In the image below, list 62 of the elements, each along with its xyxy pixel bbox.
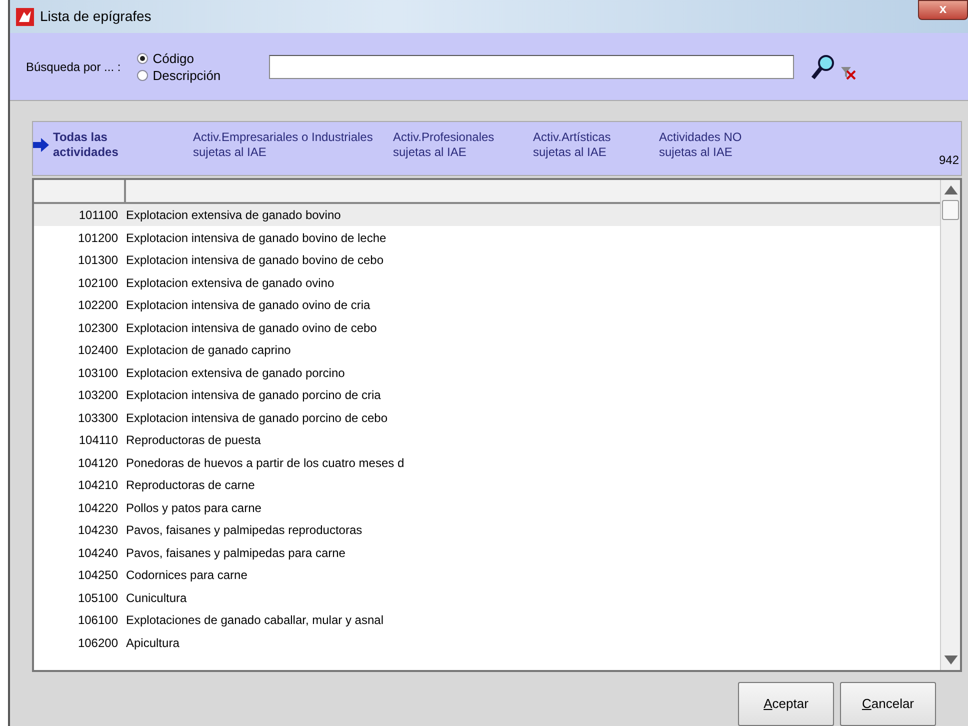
description-cell-text: Reproductoras de carne <box>126 477 255 494</box>
description-cell-text: Explotacion intensiva de ganado bovino de leche <box>126 230 386 247</box>
radio-button[interactable] <box>136 52 148 64</box>
description-cell-text: Pavos, faisanes y palmipedas para carne <box>126 544 346 562</box>
description-cell-text: Ponedoras de huevos a partir de los cuatro meses d <box>126 454 404 472</box>
radio-button[interactable] <box>136 70 148 81</box>
code-cell-text: 104250 <box>76 567 119 584</box>
code-cell-text: 101100 <box>78 207 119 224</box>
code-cell-text: 101300 <box>76 252 119 270</box>
code-cell-text: 103100 <box>76 364 119 382</box>
code-cell-text: 104110 <box>78 432 119 450</box>
description-cell-text: Explotacion intensiva de ganado ovino de cria <box>126 297 370 314</box>
description-cell-text: Explotacion extensiva de ganado ovino <box>126 274 334 292</box>
description-cell-text: Pollos y patos para carne <box>126 500 262 517</box>
code-cell-text: 101200 <box>76 230 119 247</box>
description-cell-text: Pavos, faisanes y palmipedas reproductoras <box>126 522 362 540</box>
dialog-button[interactable]: Aceptar <box>738 682 834 726</box>
code-cell-text: 106200 <box>76 634 119 652</box>
description-cell-text: Explotacion de ganado caprino <box>126 342 291 360</box>
code-cell-text: 104210 <box>76 477 119 494</box>
description-cell-text: Explotacion extensiva de ganado porcino <box>126 364 345 382</box>
filter-tab[interactable]: Activ.Profesionales sujetas al IAE <box>373 130 513 160</box>
search-field[interactable] <box>268 54 794 79</box>
code-cell-text: 102100 <box>76 274 119 292</box>
description-cell-text: Explotaciones de ganado caballar, mular y asnal <box>126 612 384 630</box>
filter-tab[interactable]: Activ.Artísticas sujetas al IAE <box>513 130 639 160</box>
description-cell-text: Explotacion extensiva de ganado bovino <box>126 207 341 224</box>
description-cell-text: Explotacion intensiva de ganado bovino de cebo <box>126 252 384 270</box>
filter-tab[interactable]: Todas las actividades <box>33 130 173 160</box>
filter-tab[interactable]: Actividades NO sujetas al IAE <box>639 130 759 160</box>
code-cell-text: 104220 <box>76 500 119 517</box>
code-cell-text: 103200 <box>76 387 119 404</box>
description-cell-text: Cunicultura <box>126 590 187 607</box>
radio-label[interactable]: Código <box>152 50 194 67</box>
description-cell-text: Reproductoras de puesta <box>126 432 261 450</box>
selected-row[interactable]: 101100 Explotacion extensiva de ganado bovino <box>34 204 940 226</box>
clear-filter-icon[interactable] <box>840 64 856 81</box>
dialog-button[interactable]: Cancelar <box>840 682 936 726</box>
search-icon[interactable] <box>810 52 836 81</box>
code-cell-text: 102200 <box>76 297 119 314</box>
app-logo-icon <box>16 8 34 26</box>
description-cell-text: Explotacion intensiva de ganado porcino de cebo <box>126 410 388 427</box>
arrow-right-icon <box>33 138 49 152</box>
code-cell-text: 102300 <box>76 320 119 337</box>
scrollbar[interactable] <box>940 180 960 670</box>
description-cell-text: Apicultura <box>126 634 180 652</box>
code-cell-text: 104230 <box>76 522 119 540</box>
code-cell-text: 104240 <box>76 544 119 562</box>
record-count: 942 <box>938 152 959 169</box>
filter-tab[interactable]: Activ.Empresariales o Industriales sujetas al IAE <box>173 130 373 160</box>
code-cell-text: 106100 <box>76 612 119 630</box>
code-cell-text: 103300 <box>76 410 119 427</box>
search-label: Búsqueda por ... : <box>26 58 121 76</box>
radio-label[interactable]: Descripción <box>152 66 221 84</box>
scroll-thumb[interactable] <box>942 200 959 220</box>
description-cell-text: Explotacion intensiva de ganado porcino de cria <box>126 387 381 404</box>
code-cell-text: 104120 <box>76 454 119 472</box>
window-title: Lista de epígrafes <box>40 7 152 26</box>
description-cell-text: Codornices para carne <box>126 567 248 584</box>
description-cell-text: Explotacion intensiva de ganado ovino de cebo <box>126 320 377 337</box>
code-cell-text: 102400 <box>76 342 119 360</box>
code-cell-text: 105100 <box>76 590 119 607</box>
